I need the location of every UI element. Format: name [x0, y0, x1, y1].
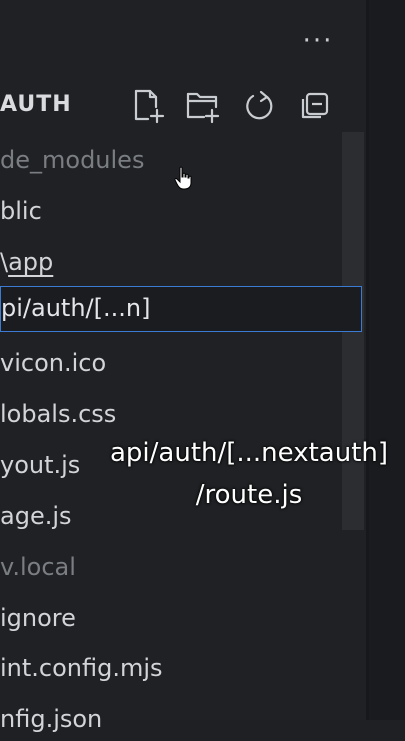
- tree-item-label: blic: [0, 197, 42, 225]
- tree-item-label: int.config.mjs: [0, 654, 163, 682]
- caption-line-1: api/auth/[...nextauth]: [109, 438, 389, 468]
- tree-item-label: app: [8, 248, 54, 276]
- new-folder-icon[interactable]: [185, 87, 221, 125]
- tree-item-env-local[interactable]: v.local: [0, 545, 340, 589]
- tree-item-label: vicon.ico: [0, 349, 107, 377]
- tree-item-label: yout.js: [0, 451, 81, 479]
- rename-input-box[interactable]: [0, 286, 362, 332]
- hand-cursor-icon: [174, 166, 194, 190]
- editor-area: [366, 0, 405, 720]
- tree-item-gitignore[interactable]: ignore: [0, 596, 340, 640]
- tree-item-globals-css[interactable]: lobals.css: [0, 392, 340, 436]
- tree-item-path-separator: \: [0, 248, 9, 276]
- explorer-sidebar: ··· AUTH de_modules blic \app pi/auth/[.…: [0, 0, 366, 733]
- tree-item-label: de_modules: [0, 146, 145, 174]
- tree-item-eslint-config[interactable]: int.config.mjs: [0, 646, 340, 690]
- tree-item-label: age.js: [0, 502, 72, 530]
- rename-input[interactable]: [1, 287, 351, 330]
- more-actions-button[interactable]: ···: [298, 24, 338, 58]
- collapse-all-icon[interactable]: [297, 87, 333, 125]
- sidebar-divider[interactable]: [366, 0, 369, 720]
- tree-item-label: lobals.css: [0, 400, 117, 428]
- tree-item-public[interactable]: blic: [0, 189, 340, 233]
- tree-item-node-modules[interactable]: de_modules: [0, 138, 340, 182]
- refresh-icon[interactable]: [241, 87, 277, 125]
- tree-item-label: v.local: [0, 553, 76, 581]
- explorer-section-title[interactable]: AUTH: [0, 92, 72, 117]
- new-file-icon[interactable]: [130, 87, 166, 125]
- tree-item-app[interactable]: \app: [0, 240, 340, 284]
- tree-item-jsconfig[interactable]: nfig.json: [0, 697, 340, 741]
- video-caption: api/auth/[...nextauth] /route.js: [96, 432, 402, 516]
- caption-line-2: /route.js: [195, 480, 303, 510]
- tree-item-label: nfig.json: [0, 705, 103, 733]
- tree-item-label: ignore: [0, 604, 76, 632]
- tree-item-favicon[interactable]: vicon.ico: [0, 341, 340, 385]
